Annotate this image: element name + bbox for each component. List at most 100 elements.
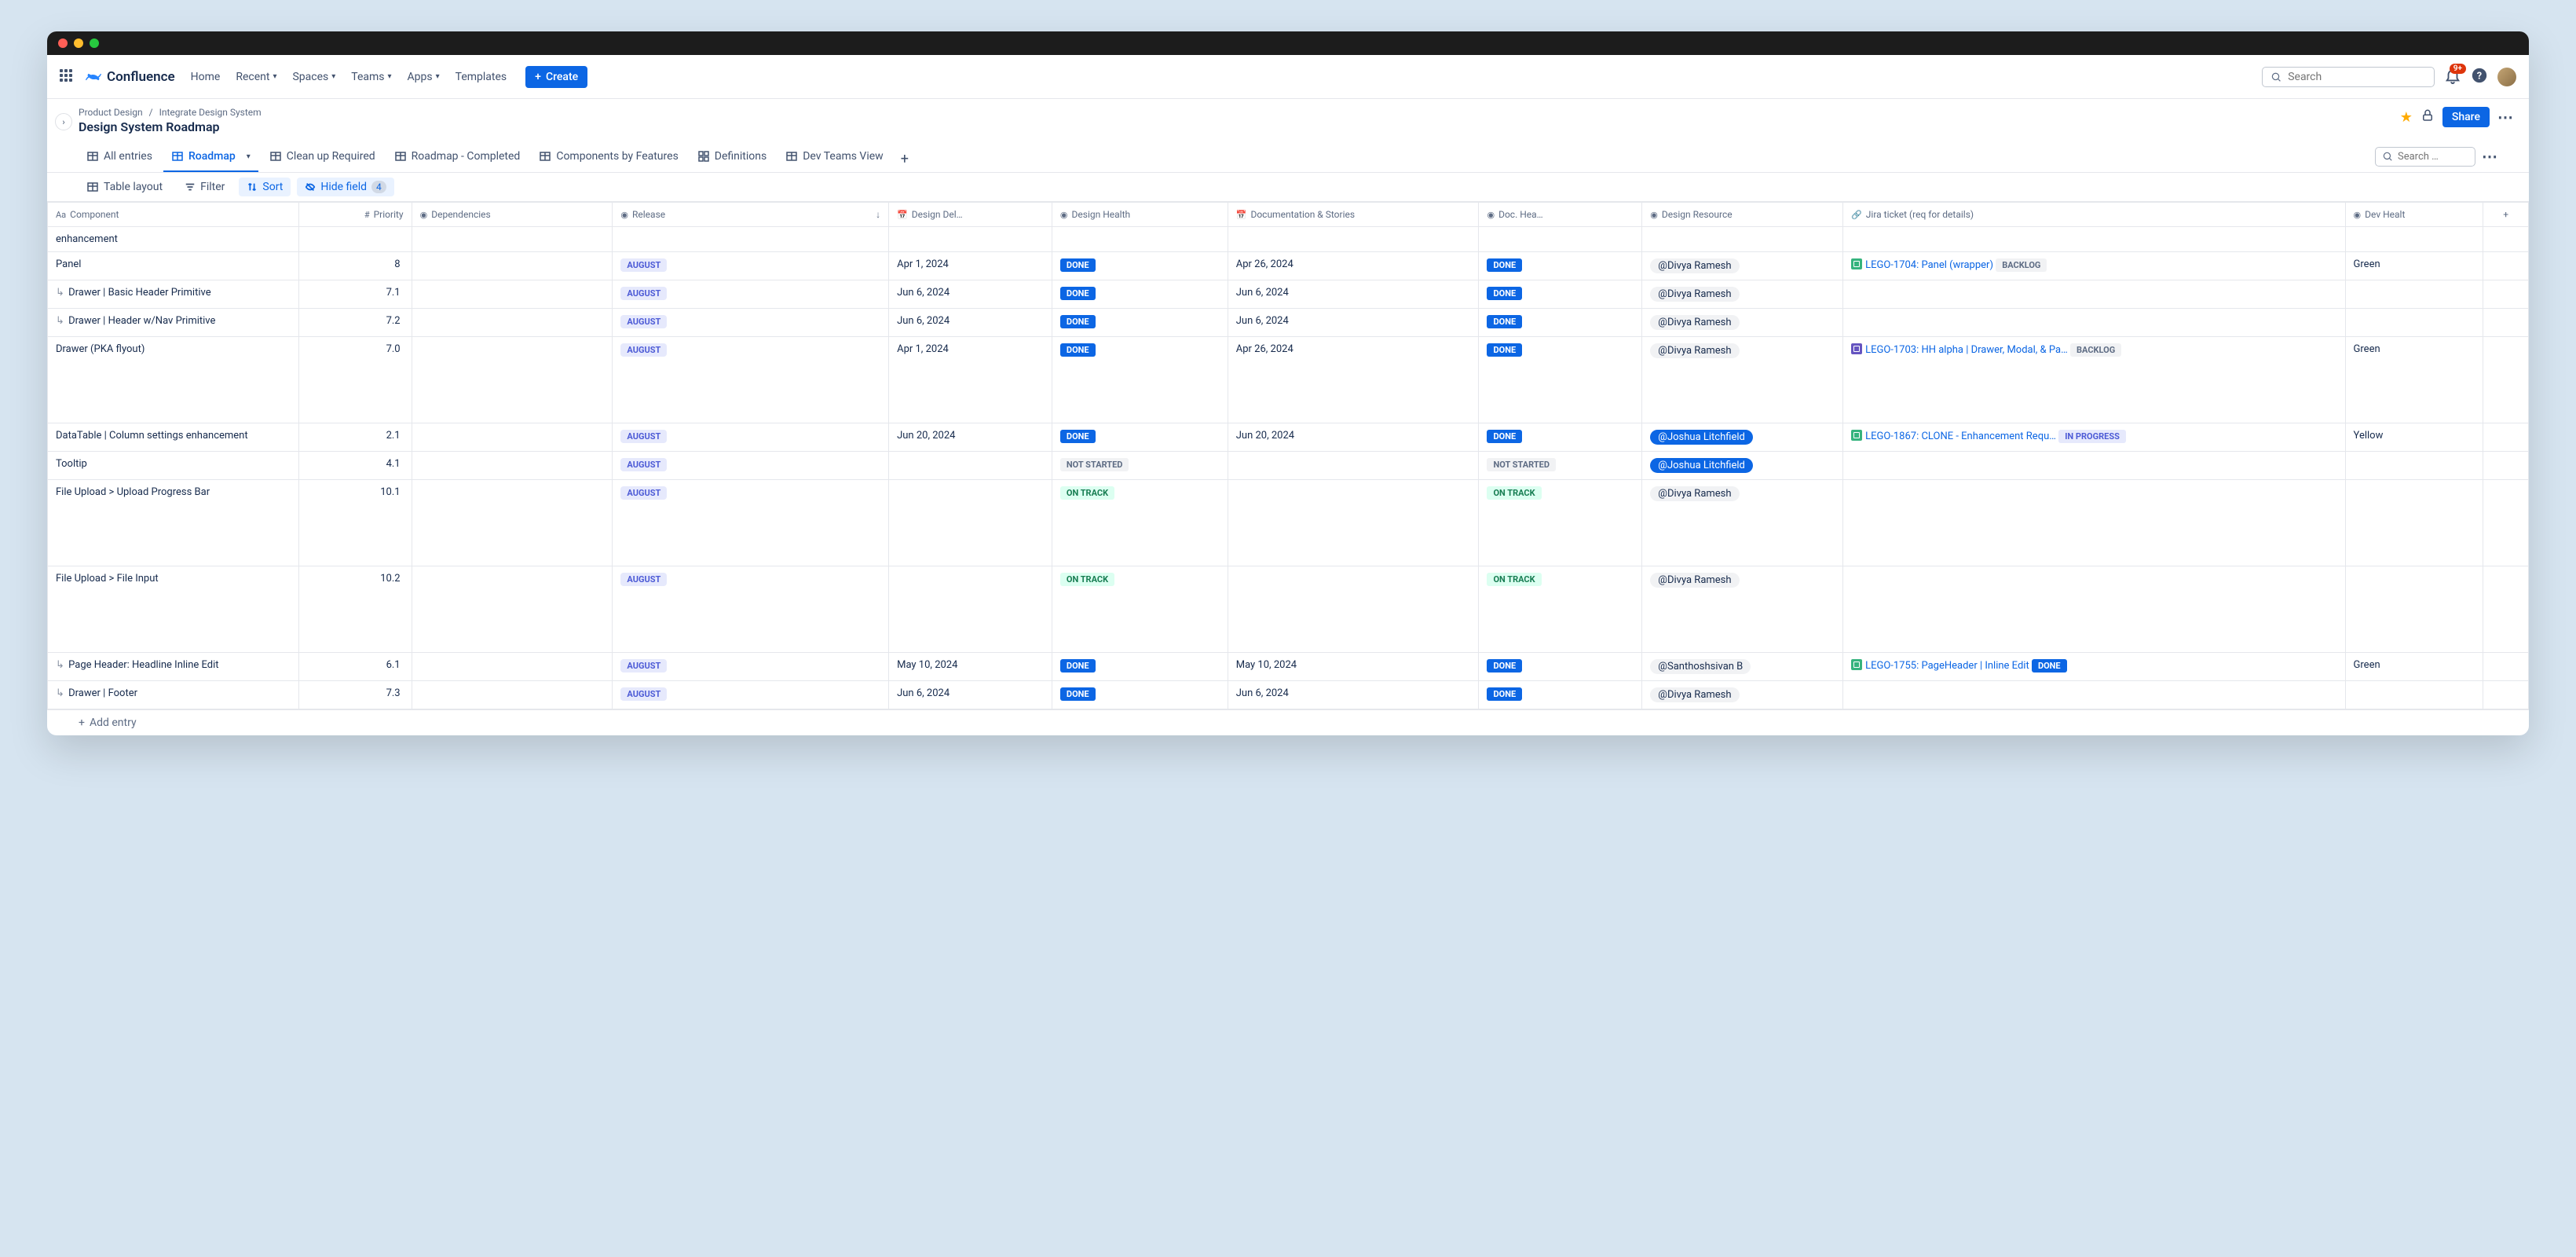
cell-dependencies[interactable] [412, 566, 613, 653]
cell-design-resource[interactable]: @Divya Ramesh [1642, 480, 1843, 566]
add-entry-button[interactable]: +Add entry [47, 709, 2529, 735]
close-window-icon[interactable] [58, 38, 68, 48]
table-row[interactable]: Drawer (PKA flyout)7.0AUGUSTApr 1, 2024D… [48, 337, 2529, 423]
nav-recent[interactable]: Recent▾ [229, 66, 283, 88]
cell-doc-hea[interactable]: DONE [1479, 280, 1642, 309]
user-avatar[interactable] [2497, 68, 2516, 86]
table-row[interactable]: Drawer | Header w/Nav Primitive7.2AUGUST… [48, 309, 2529, 337]
tab-definitions[interactable]: Definitions [690, 145, 774, 172]
cell-design-resource[interactable]: @Divya Ramesh [1642, 252, 1843, 280]
cell-dependencies[interactable] [412, 480, 613, 566]
cell-dev-health[interactable] [2345, 227, 2483, 252]
add-column-button[interactable]: + [2483, 203, 2529, 227]
cell-component[interactable]: DataTable | Column settings enhancement [48, 423, 299, 452]
cell-design-del[interactable] [889, 227, 1052, 252]
cell-design-health[interactable]: DONE [1052, 423, 1228, 452]
minimize-window-icon[interactable] [74, 38, 83, 48]
cell-dependencies[interactable] [412, 280, 613, 309]
cell-design-resource[interactable]: @Divya Ramesh [1642, 309, 1843, 337]
col-jira[interactable]: 🔗Jira ticket (req for details) [1843, 203, 2345, 227]
cell-design-del[interactable]: Apr 1, 2024 [889, 252, 1052, 280]
tab-all-entries[interactable]: All entries [79, 145, 160, 172]
cell-priority[interactable]: 6.1 [298, 653, 412, 681]
cell-dependencies[interactable] [412, 252, 613, 280]
cell-doc-hea[interactable]: DONE [1479, 252, 1642, 280]
cell-component[interactable]: Drawer | Footer [48, 681, 299, 709]
create-button[interactable]: +Create [525, 66, 587, 88]
cell-release[interactable]: AUGUST [613, 452, 889, 480]
expand-sidebar-button[interactable]: › [55, 113, 72, 130]
cell-docs-stories[interactable] [1228, 227, 1479, 252]
cell-design-del[interactable]: Jun 20, 2024 [889, 423, 1052, 452]
col-release[interactable]: ◉Release↓ [613, 203, 889, 227]
app-logo[interactable]: Confluence [85, 68, 175, 86]
cell-priority[interactable]: 7.2 [298, 309, 412, 337]
jira-link[interactable]: LEGO-1704: Panel (wrapper) [1865, 259, 1993, 271]
cell-design-del[interactable]: Jun 6, 2024 [889, 280, 1052, 309]
cell-component[interactable]: File Upload > File Input [48, 566, 299, 653]
cell-doc-hea[interactable]: DONE [1479, 681, 1642, 709]
cell-design-resource[interactable] [1642, 227, 1843, 252]
cell-jira[interactable] [1843, 280, 2345, 309]
filter-button[interactable]: Filter [177, 178, 232, 196]
cell-design-health[interactable]: NOT STARTED [1052, 452, 1228, 480]
cell-priority[interactable]: 10.2 [298, 566, 412, 653]
col-design-del[interactable]: 📅Design Del… [889, 203, 1052, 227]
cell-design-del[interactable]: Apr 1, 2024 [889, 337, 1052, 423]
person-chip[interactable]: @Divya Ramesh [1650, 486, 1739, 501]
cell-design-health[interactable]: DONE [1052, 280, 1228, 309]
view-search[interactable] [2375, 147, 2475, 167]
cell-docs-stories[interactable] [1228, 480, 1479, 566]
col-dev-health[interactable]: ◉Dev Healt [2345, 203, 2483, 227]
cell-priority[interactable]: 8 [298, 252, 412, 280]
cell-design-health[interactable]: DONE [1052, 653, 1228, 681]
cell-design-health[interactable]: DONE [1052, 252, 1228, 280]
cell-design-resource[interactable]: @Divya Ramesh [1642, 337, 1843, 423]
person-chip[interactable]: @Santhoshsivan B [1650, 659, 1751, 674]
tab-components[interactable]: Components by Features [531, 145, 686, 172]
cell-component[interactable]: Page Header: Headline Inline Edit [48, 653, 299, 681]
cell-design-health[interactable]: ON TRACK [1052, 480, 1228, 566]
search-input[interactable] [2288, 71, 2426, 83]
notifications-button[interactable]: 9+ [2444, 67, 2461, 87]
view-search-input[interactable] [2398, 151, 2468, 163]
cell-release[interactable]: AUGUST [613, 566, 889, 653]
view-more-icon[interactable]: ⋯ [2482, 147, 2497, 166]
table-row[interactable]: Panel8AUGUSTApr 1, 2024DONEApr 26, 2024D… [48, 252, 2529, 280]
col-design-resource[interactable]: ◉Design Resource [1642, 203, 1843, 227]
cell-dev-health[interactable] [2345, 566, 2483, 653]
cell-docs-stories[interactable]: Jun 20, 2024 [1228, 423, 1479, 452]
cell-design-resource[interactable]: @Divya Ramesh [1642, 566, 1843, 653]
person-chip[interactable]: @Divya Ramesh [1650, 343, 1739, 358]
cell-release[interactable]: AUGUST [613, 653, 889, 681]
cell-dependencies[interactable] [412, 681, 613, 709]
cell-dev-health[interactable]: Green [2345, 337, 2483, 423]
nav-apps[interactable]: Apps▾ [401, 66, 446, 88]
col-priority[interactable]: #Priority [298, 203, 412, 227]
cell-jira[interactable]: LEGO-1755: PageHeader | Inline Edit DONE [1843, 653, 2345, 681]
cell-design-resource[interactable]: @Santhoshsivan B [1642, 653, 1843, 681]
cell-dependencies[interactable] [412, 227, 613, 252]
cell-release[interactable]: AUGUST [613, 480, 889, 566]
layout-button[interactable]: Table layout [79, 178, 170, 196]
jira-link[interactable]: LEGO-1755: PageHeader | Inline Edit [1865, 660, 2029, 672]
cell-design-del[interactable]: Jun 6, 2024 [889, 309, 1052, 337]
person-chip[interactable]: @Divya Ramesh [1650, 287, 1739, 302]
cell-jira[interactable] [1843, 452, 2345, 480]
tab-dev-teams[interactable]: Dev Teams View [778, 145, 891, 172]
cell-design-health[interactable]: ON TRACK [1052, 566, 1228, 653]
more-actions-icon[interactable]: ⋯ [2497, 108, 2513, 126]
cell-jira[interactable]: LEGO-1703: HH alpha | Drawer, Modal, & P… [1843, 337, 2345, 423]
table-row[interactable]: File Upload > File Input10.2 AUGUST ON TRA… [48, 566, 2529, 653]
person-chip[interactable]: @Divya Ramesh [1650, 687, 1739, 702]
cell-docs-stories[interactable] [1228, 452, 1479, 480]
maximize-window-icon[interactable] [90, 38, 99, 48]
cell-doc-hea[interactable]: DONE [1479, 309, 1642, 337]
share-button[interactable]: Share [2442, 107, 2490, 127]
person-chip[interactable]: @Divya Ramesh [1650, 573, 1739, 588]
breadcrumb-item[interactable]: Integrate Design System [159, 107, 262, 118]
cell-design-del[interactable] [889, 452, 1052, 480]
cell-jira[interactable]: LEGO-1867: CLONE - Enhancement Requ… IN … [1843, 423, 2345, 452]
cell-release[interactable]: AUGUST [613, 252, 889, 280]
tab-completed[interactable]: Roadmap - Completed [386, 145, 529, 172]
